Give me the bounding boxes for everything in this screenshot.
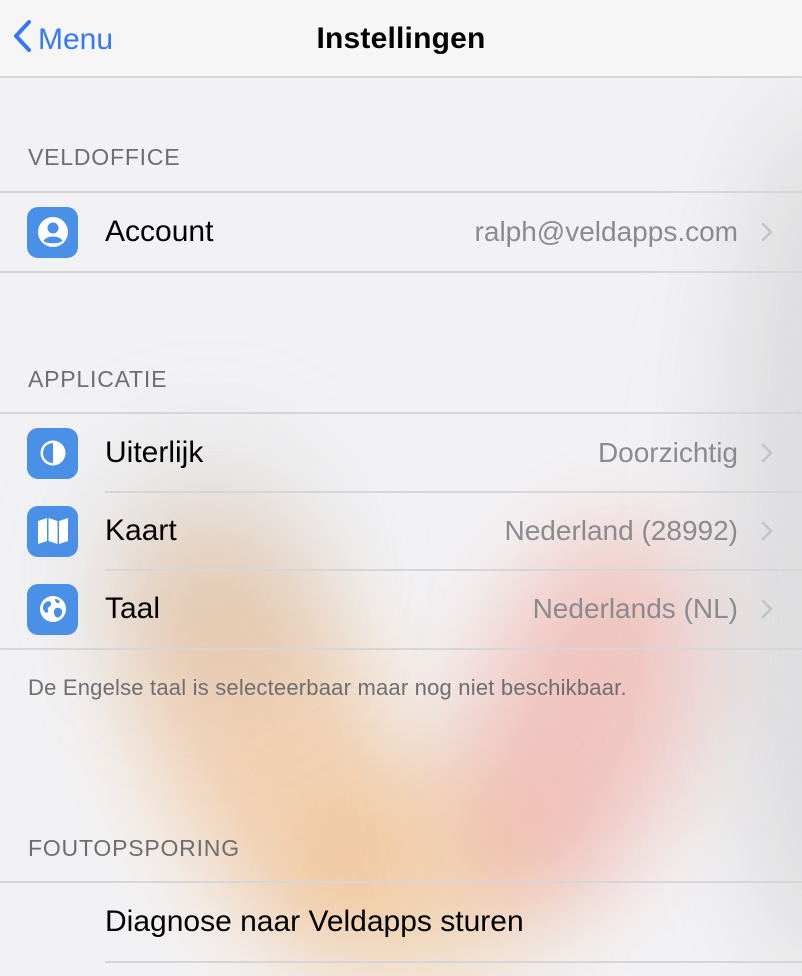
kaart-value: Nederland (28992): [504, 515, 739, 546]
kaart-row[interactable]: Kaart Nederland (28992): [0, 491, 802, 570]
taal-value: Nederlands (NL): [532, 593, 738, 624]
account-row[interactable]: Account ralph@veldapps.com: [0, 193, 802, 271]
kaart-label: Kaart: [105, 514, 177, 547]
group-veldoffice: Account ralph@veldapps.com: [0, 191, 802, 273]
globe-icon: [27, 583, 78, 635]
group-applicatie: Uiterlijk Doorzichtig Kaart Nederland (2…: [0, 412, 802, 650]
page-title: Instellingen: [316, 22, 486, 55]
chevron-right-icon: [761, 521, 773, 541]
uiterlijk-row[interactable]: Uiterlijk Doorzichtig: [0, 414, 802, 492]
language-footer-note: De Engelse taal is selecteerbaar maar no…: [28, 675, 627, 700]
half-circle-icon: [27, 427, 78, 479]
section-header-applicatie: APPLICATIE: [28, 366, 168, 392]
chevron-right-icon: [761, 222, 773, 242]
uiterlijk-value: Doorzichtig: [597, 437, 738, 468]
taal-row[interactable]: Taal Nederlands (NL): [0, 569, 802, 648]
section-header-veldoffice: VELDOFFICE: [28, 144, 181, 170]
person-circle-icon: [27, 206, 78, 258]
uiterlijk-label: Uiterlijk: [105, 436, 204, 469]
row-divider: [105, 961, 802, 963]
account-label: Account: [105, 215, 214, 248]
chevron-right-icon: [761, 443, 773, 463]
map-icon: [27, 505, 78, 557]
group-foutopsporing: Diagnose naar Veldapps sturen: [0, 881, 802, 963]
taal-label: Taal: [105, 592, 161, 625]
diagnose-label: Diagnose naar Veldapps sturen: [105, 905, 524, 938]
navigation-bar: Menu Instellingen: [0, 0, 802, 78]
account-value: ralph@veldapps.com: [474, 216, 738, 247]
settings-screen: Menu Instellingen VELDOFFICE Account ral…: [0, 0, 802, 976]
section-header-foutopsporing: FOUTOPSPORING: [28, 835, 240, 861]
chevron-right-icon: [761, 599, 773, 619]
diagnose-row[interactable]: Diagnose naar Veldapps sturen: [0, 883, 802, 961]
